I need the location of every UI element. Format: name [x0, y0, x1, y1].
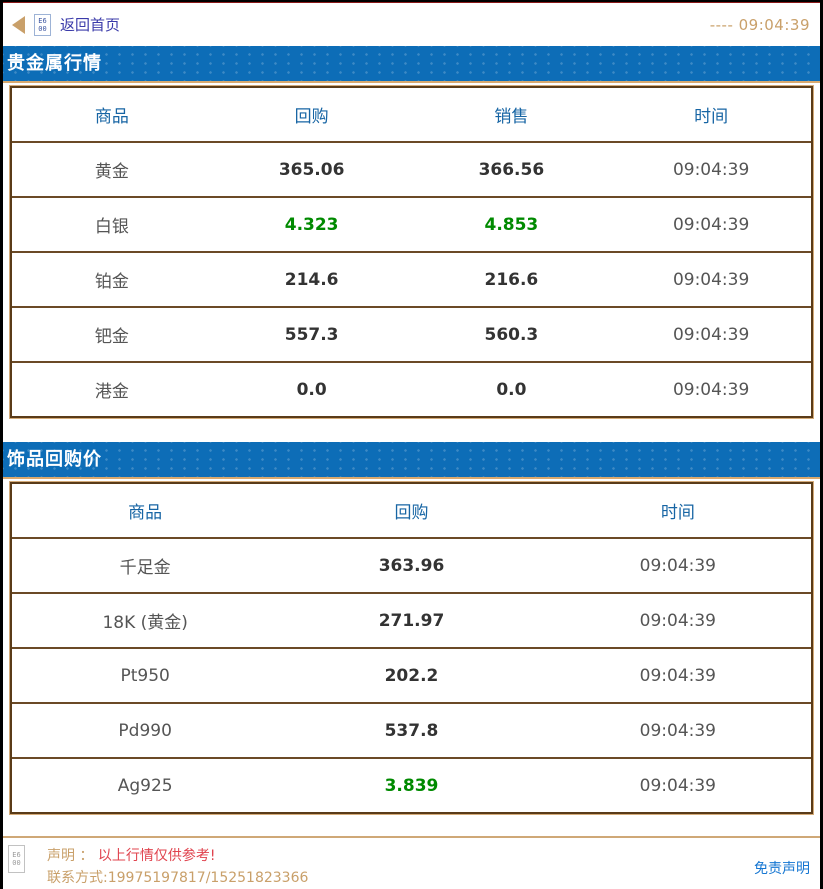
product-name: 白银 — [12, 212, 212, 237]
table-row: 千足金 363.96 09:04:39 — [12, 539, 811, 594]
quote-time: 09:04:39 — [611, 270, 811, 290]
buyback-price: 557.3 — [212, 325, 412, 345]
topbar: E6 00 返回首页 ---- 09:04:39 — [3, 3, 820, 46]
back-home-link[interactable]: 返回首页 — [60, 14, 120, 35]
product-name: 港金 — [12, 377, 212, 402]
column-header-product: 商品 — [12, 498, 278, 523]
quote-time: 09:04:39 — [545, 611, 811, 631]
section-title-jewelry-buyback: 饰品回购价 — [3, 442, 820, 477]
column-header-buyback: 回购 — [212, 102, 412, 127]
buyback-price: 4.323 — [212, 215, 412, 235]
product-name: 钯金 — [12, 322, 212, 347]
buyback-price: 363.96 — [278, 556, 544, 576]
sell-price: 0.0 — [412, 380, 612, 400]
buyback-price: 365.06 — [212, 160, 412, 180]
statement-label: 声明 ： — [47, 848, 98, 864]
table-header-row: 商品 回购 销售 时间 — [12, 88, 811, 143]
quote-time: 09:04:39 — [611, 160, 811, 180]
footer: E6 00 声明 ： 以上行情仅供参考! 联系方式:19975197817/15… — [3, 836, 820, 889]
product-name: Ag925 — [12, 776, 278, 796]
table-row: 铂金 214.6 216.6 09:04:39 — [12, 253, 811, 308]
sell-price: 216.6 — [412, 270, 612, 290]
missing-glyph-lo: 00 — [12, 859, 20, 867]
disclaimer-link[interactable]: 免责声明 — [754, 858, 810, 878]
buyback-price: 214.6 — [212, 270, 412, 290]
table-row: Ag925 3.839 09:04:39 — [12, 759, 811, 812]
table-row: Pd990 537.8 09:04:39 — [12, 704, 811, 759]
footer-text: 声明 ： 以上行情仅供参考! 联系方式:19975197817/15251823… — [47, 845, 308, 889]
buyback-price: 202.2 — [278, 666, 544, 686]
product-name: 千足金 — [12, 553, 278, 578]
table-row: Pt950 202.2 09:04:39 — [12, 649, 811, 704]
column-header-time: 时间 — [545, 498, 811, 523]
product-name: 铂金 — [12, 267, 212, 292]
buyback-price: 0.0 — [212, 380, 412, 400]
product-name: 18K (黄金) — [12, 608, 278, 633]
missing-glyph-lo: 00 — [38, 25, 46, 33]
quote-time: 09:04:39 — [545, 721, 811, 741]
contact-info: 联系方式:19975197817/15251823366 — [47, 867, 308, 889]
column-header-product: 商品 — [12, 102, 212, 127]
product-name: Pd990 — [12, 721, 278, 741]
quote-time: 09:04:39 — [545, 666, 811, 686]
missing-glyph-hi: E6 — [12, 851, 20, 859]
table-header-row: 商品 回购 时间 — [12, 484, 811, 539]
buyback-price: 537.8 — [278, 721, 544, 741]
buyback-price: 271.97 — [278, 611, 544, 631]
topbar-time: ---- 09:04:39 — [710, 16, 810, 34]
sell-price: 366.56 — [412, 160, 612, 180]
table-row: 港金 0.0 0.0 09:04:39 — [12, 363, 811, 416]
product-name: Pt950 — [12, 666, 278, 686]
precious-metals-table: 商品 回购 销售 时间 黄金 365.06 366.56 09:04:39 白银… — [10, 86, 813, 418]
page: E6 00 返回首页 ---- 09:04:39 贵金属行情 商品 回购 销售 … — [0, 0, 823, 889]
home-icon[interactable]: E6 00 — [34, 14, 51, 36]
quote-time: 09:04:39 — [611, 325, 811, 345]
quote-time: 09:04:39 — [545, 776, 811, 796]
statement-text: 以上行情仅供参考! — [98, 848, 216, 864]
section-title-precious-metals: 贵金属行情 — [3, 46, 820, 81]
quote-time: 09:04:39 — [611, 215, 811, 235]
jewelry-buyback-table: 商品 回购 时间 千足金 363.96 09:04:39 18K (黄金) 27… — [10, 482, 813, 814]
column-header-sell: 销售 — [412, 102, 612, 127]
missing-glyph-hi: E6 — [38, 17, 46, 25]
statement-line: 声明 ： 以上行情仅供参考! — [47, 845, 308, 867]
sell-price: 560.3 — [412, 325, 612, 345]
section-underline — [3, 477, 820, 479]
buyback-price: 3.839 — [278, 776, 544, 796]
footer-notice-icon: E6 00 — [8, 845, 25, 873]
table-row: 黄金 365.06 366.56 09:04:39 — [12, 143, 811, 198]
table-row: 钯金 557.3 560.3 09:04:39 — [12, 308, 811, 363]
back-arrow-icon[interactable] — [12, 16, 25, 34]
table-row: 白银 4.323 4.853 09:04:39 — [12, 198, 811, 253]
table-row: 18K (黄金) 271.97 09:04:39 — [12, 594, 811, 649]
quote-time: 09:04:39 — [545, 556, 811, 576]
sell-price: 4.853 — [412, 215, 612, 235]
column-header-time: 时间 — [611, 102, 811, 127]
section-underline — [3, 81, 820, 83]
quote-time: 09:04:39 — [611, 380, 811, 400]
column-header-buyback: 回购 — [278, 498, 544, 523]
product-name: 黄金 — [12, 157, 212, 182]
